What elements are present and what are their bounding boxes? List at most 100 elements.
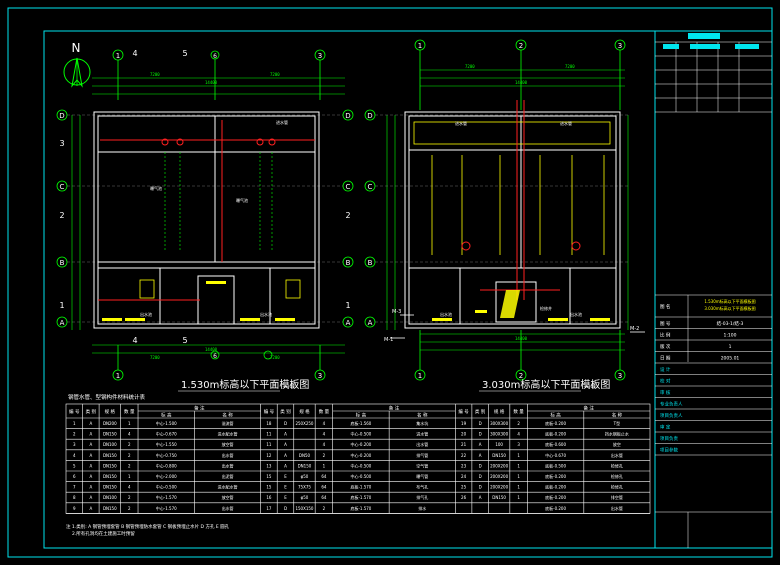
table-cell: 中心-0.800 [156, 462, 177, 468]
table-cell: 布气孔 [416, 484, 428, 490]
table-cell: 1 [323, 463, 326, 468]
table-cell: DN150 [298, 463, 312, 468]
table-cell: A [89, 463, 92, 468]
table-cell: 底板-1.570 [350, 484, 371, 490]
table-cell: A [479, 442, 482, 447]
svg-text:3: 3 [318, 372, 322, 380]
left-col-label-5: 5 [182, 49, 187, 58]
table-note-1: 注 1.类别: A 钢管预埋套管 B 钢管预埋防水套管 C 钢板预埋止水片 D … [66, 523, 230, 530]
table-cell: 底板-1.560 [350, 420, 371, 426]
svg-text:D: D [345, 112, 350, 120]
table-header-cell: 编 号 [458, 408, 469, 415]
table-cell: 进水管 [416, 431, 428, 437]
right-marker-m3: M-3 [392, 309, 401, 315]
svg-text:曝气池: 曝气池 [236, 197, 248, 203]
right-row-label-a: A [368, 319, 373, 327]
table-cell: φ50 [301, 495, 309, 500]
table-cell: DN150 [103, 463, 117, 468]
title-block-label: 图 名 [660, 303, 670, 310]
table-cell: 100 [495, 442, 503, 447]
svg-text:7200: 7200 [465, 64, 475, 69]
table-cell: A [89, 453, 92, 458]
right-col-label-1: 1 [418, 42, 422, 50]
right-row-label-d: D [367, 112, 372, 120]
table-header-cell: 数 量 [124, 408, 135, 415]
table-cell: 底板-1.570 [350, 494, 371, 500]
table-cell: 64 [321, 485, 327, 490]
table-subheader-cell: 标 高 [161, 412, 172, 419]
material-table: 钢管水管、型钢构件材料统计表 编 号类 别规 格数 量备 注标 高名 称编 号类… [65, 393, 651, 537]
svg-text:14400: 14400 [205, 80, 218, 85]
table-cell: 2 [73, 432, 76, 437]
table-cell: 8 [73, 495, 76, 500]
table-cell: 19 [461, 421, 467, 426]
svg-text:5: 5 [182, 336, 187, 345]
table-subheader-cell: 名 称 [417, 412, 428, 419]
table-cell: A [89, 432, 92, 437]
table-cell: A [284, 432, 287, 437]
table-cell: A [284, 442, 287, 447]
table-cell: A [284, 463, 287, 468]
left-side-label-2: 2 [59, 211, 64, 220]
svg-text:出水池: 出水池 [570, 311, 582, 317]
right-marker-m2: M-2 [630, 326, 639, 332]
table-cell: 集水坑 [416, 420, 428, 426]
table-cell: D [479, 474, 482, 479]
table-cell: 2 [128, 453, 131, 458]
drawing-inner-border [43, 30, 773, 549]
table-cell: 25 [461, 485, 467, 490]
svg-text:出水池: 出水池 [260, 311, 272, 317]
title-block-label: 项目负责 [660, 435, 678, 442]
table-cell: 底板-0.200 [545, 505, 566, 511]
table-cell: 1 [128, 421, 131, 426]
table-cell: 250X250 [295, 421, 313, 426]
table-cell: A [479, 495, 482, 500]
left-plan-scale: 1:100 [283, 384, 295, 389]
table-cell: D [479, 421, 482, 426]
table-cell: 中心-0.670 [156, 431, 177, 437]
svg-text:4: 4 [132, 336, 137, 345]
north-arrow: N [63, 41, 91, 88]
svg-text:2: 2 [519, 372, 523, 380]
left-col-label-3: 3 [318, 52, 322, 60]
table-header-cell: 备 注 [583, 405, 594, 412]
table-cell: 1 [517, 485, 520, 490]
table-cell: A [89, 474, 92, 479]
table-cell: DN100 [103, 442, 117, 447]
table-cell: 中心-0.670 [545, 452, 566, 458]
table-cell: 11 [266, 432, 272, 437]
svg-text:C: C [346, 183, 351, 191]
table-header-cell: 备 注 [389, 405, 400, 412]
title-block-label: 比 例 [660, 331, 671, 338]
title-block-label: 项目负责人 [660, 412, 683, 419]
svg-text:A: A [346, 319, 351, 327]
table-header-cell: 编 号 [69, 408, 80, 415]
table-cell: 1 [517, 495, 520, 500]
cad-drawing-canvas[interactable]: N 7200 7200 14400 14400 7200 7200 1 4 5 … [0, 0, 780, 565]
table-cell: 3 [73, 442, 76, 447]
table-header-cell: 备 注 [194, 405, 205, 412]
table-cell: 4 [323, 421, 326, 426]
svg-text:1: 1 [116, 372, 120, 380]
title-block-label: 审 核 [660, 389, 671, 396]
table-caption: 钢管水管、型钢构件材料统计表 [68, 393, 146, 401]
svg-text:1: 1 [418, 372, 422, 380]
table-cell: 200X200 [490, 474, 508, 479]
table-cell: 13 [266, 463, 272, 468]
table-cell: 检修孔 [611, 462, 623, 468]
table-cell: 中心-0.200 [350, 441, 371, 447]
title-block-label: 专业负责人 [660, 400, 683, 407]
left-row-label-d: D [59, 112, 64, 120]
table-cell: D [479, 432, 482, 437]
title-block-label: 项目参数 [660, 446, 678, 453]
table-cell: 检修孔 [611, 473, 623, 479]
table-cell: 2 [517, 421, 520, 426]
table-cell: φ50 [301, 474, 309, 479]
table-cell: 出水管 [416, 441, 428, 447]
right-col-label-3: 3 [618, 42, 622, 50]
title-block-value: 1 [729, 344, 732, 350]
table-cell: 中心-1.550 [156, 441, 177, 447]
table-cell: 排空管 [611, 494, 623, 500]
table-cell: 出水管 [611, 452, 623, 458]
table-cell: 1 [73, 421, 76, 426]
